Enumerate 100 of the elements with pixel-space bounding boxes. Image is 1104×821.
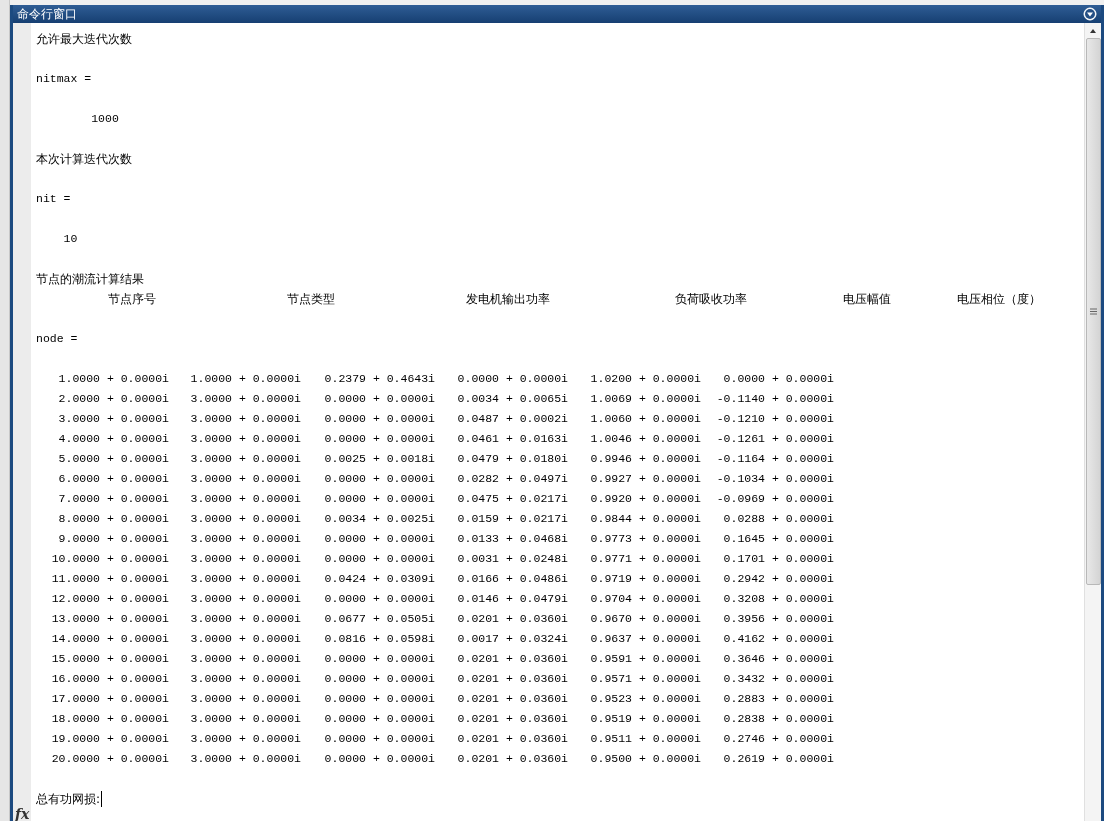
matrix-value: 0.0031 + 0.0248i: [457, 551, 568, 567]
matrix-value: 3.0000 + 0.0000i: [190, 411, 301, 427]
variable-label: node =: [36, 331, 78, 347]
matrix-value: 3.0000 + 0.0000i: [190, 631, 301, 647]
matrix-value: 0.3208 + 0.0000i: [723, 591, 834, 607]
matrix-value: 0.9946 + 0.0000i: [590, 451, 701, 467]
matrix-value: 0.0201 + 0.0360i: [457, 691, 568, 707]
matrix-value: 0.0201 + 0.0360i: [457, 671, 568, 687]
matrix-value: 0.0487 + 0.0002i: [457, 411, 568, 427]
matrix-value: 0.0201 + 0.0360i: [457, 731, 568, 747]
matrix-value: 1.0000 + 0.0000i: [190, 371, 301, 387]
heading-text: 负荷吸收功率: [675, 291, 747, 308]
matrix-value: 13.0000 + 0.0000i: [51, 611, 169, 627]
matrix-value: 0.0159 + 0.0217i: [457, 511, 568, 527]
matrix-value: 0.9771 + 0.0000i: [590, 551, 701, 567]
matrix-value: 7.0000 + 0.0000i: [58, 491, 169, 507]
matrix-value: 0.0000 + 0.0000i: [324, 751, 435, 767]
matrix-value: 0.0000 + 0.0000i: [324, 531, 435, 547]
matrix-value: -0.1034 + 0.0000i: [716, 471, 834, 487]
dropdown-icon[interactable]: [1083, 7, 1097, 21]
matrix-value: 3.0000 + 0.0000i: [190, 651, 301, 667]
matrix-value: 0.0000 + 0.0000i: [324, 711, 435, 727]
matrix-value: 3.0000 + 0.0000i: [190, 491, 301, 507]
matrix-value: 0.3646 + 0.0000i: [723, 651, 834, 667]
output-text: 节点的潮流计算结果: [36, 271, 144, 288]
matrix-value: 0.0034 + 0.0025i: [324, 511, 435, 527]
matrix-value: 0.0146 + 0.0479i: [457, 591, 568, 607]
matrix-value: 4.0000 + 0.0000i: [58, 431, 169, 447]
matrix-value: 0.0201 + 0.0360i: [457, 611, 568, 627]
matrix-value: -0.1164 + 0.0000i: [716, 451, 834, 467]
matrix-value: 0.0025 + 0.0018i: [324, 451, 435, 467]
matrix-value: 1.0046 + 0.0000i: [590, 431, 701, 447]
matrix-value: 0.9670 + 0.0000i: [590, 611, 701, 627]
matrix-value: 0.3432 + 0.0000i: [723, 671, 834, 687]
matrix-value: 0.2746 + 0.0000i: [723, 731, 834, 747]
matrix-value: -0.1140 + 0.0000i: [716, 391, 834, 407]
window-title: 命令行窗口: [17, 6, 77, 23]
matrix-value: 0.4162 + 0.0000i: [723, 631, 834, 647]
matrix-value: 0.0000 + 0.0000i: [324, 591, 435, 607]
matrix-value: 0.3956 + 0.0000i: [723, 611, 834, 627]
matrix-value: 0.0166 + 0.0486i: [457, 571, 568, 587]
matrix-value: 3.0000 + 0.0000i: [190, 511, 301, 527]
matrix-value: 0.0000 + 0.0000i: [324, 651, 435, 667]
matrix-value: 0.9591 + 0.0000i: [590, 651, 701, 667]
matrix-value: 3.0000 + 0.0000i: [190, 431, 301, 447]
matrix-value: 0.2883 + 0.0000i: [723, 691, 834, 707]
scrollbar[interactable]: [1084, 23, 1101, 821]
matrix-value: 8.0000 + 0.0000i: [58, 511, 169, 527]
matrix-value: 3.0000 + 0.0000i: [190, 731, 301, 747]
matrix-value: 0.9511 + 0.0000i: [590, 731, 701, 747]
scroll-thumb[interactable]: [1085, 38, 1101, 585]
matrix-value: 0.9637 + 0.0000i: [590, 631, 701, 647]
matrix-value: 20.0000 + 0.0000i: [51, 751, 169, 767]
matrix-value: 1.0060 + 0.0000i: [590, 411, 701, 427]
matrix-value: 0.0000 + 0.0000i: [324, 471, 435, 487]
matrix-value: 3.0000 + 0.0000i: [190, 611, 301, 627]
matrix-value: 17.0000 + 0.0000i: [51, 691, 169, 707]
matrix-value: 0.0816 + 0.0598i: [324, 631, 435, 647]
matrix-value: 0.0000 + 0.0000i: [324, 551, 435, 567]
matrix-value: 1.0000 + 0.0000i: [58, 371, 169, 387]
heading-text: 发电机输出功率: [466, 291, 550, 308]
matrix-value: 0.0000 + 0.0000i: [324, 731, 435, 747]
heading-text: 节点类型: [287, 291, 335, 308]
matrix-value: 0.0000 + 0.0000i: [324, 671, 435, 687]
matrix-value: 3.0000 + 0.0000i: [190, 531, 301, 547]
matrix-value: 0.9704 + 0.0000i: [590, 591, 701, 607]
matrix-value: 10.0000 + 0.0000i: [51, 551, 169, 567]
matrix-value: 16.0000 + 0.0000i: [51, 671, 169, 687]
matrix-value: 12.0000 + 0.0000i: [51, 591, 169, 607]
matrix-value: 3.0000 + 0.0000i: [190, 591, 301, 607]
matrix-value: 0.0000 + 0.0000i: [324, 491, 435, 507]
matrix-value: 0.0000 + 0.0000i: [457, 371, 568, 387]
matrix-value: 0.0000 + 0.0000i: [324, 691, 435, 707]
grip-icon: [1089, 308, 1097, 315]
matrix-value: 0.0479 + 0.0180i: [457, 451, 568, 467]
matrix-value: 2.0000 + 0.0000i: [58, 391, 169, 407]
matrix-value: 0.0461 + 0.0163i: [457, 431, 568, 447]
prompt-text: 总有功网损:: [36, 791, 101, 808]
matrix-value: 3.0000 + 0.0000i: [190, 471, 301, 487]
matrix-value: 9.0000 + 0.0000i: [58, 531, 169, 547]
matrix-value: 18.0000 + 0.0000i: [51, 711, 169, 727]
output-value: 10: [62, 231, 78, 247]
matrix-value: 0.0000 + 0.0000i: [324, 411, 435, 427]
matrix-value: 3.0000 + 0.0000i: [190, 751, 301, 767]
function-prompt-icon[interactable]: fx: [13, 807, 30, 821]
matrix-value: 0.0424 + 0.0309i: [324, 571, 435, 587]
output-text: 本次计算迭代次数: [36, 151, 132, 168]
matrix-value: 0.0201 + 0.0360i: [457, 651, 568, 667]
matrix-value: 3.0000 + 0.0000i: [190, 711, 301, 727]
output-value: 1000: [90, 111, 119, 127]
matrix-value: 0.0201 + 0.0360i: [457, 711, 568, 727]
matrix-value: 0.2942 + 0.0000i: [723, 571, 834, 587]
matrix-value: 0.9519 + 0.0000i: [590, 711, 701, 727]
matrix-value: 0.9844 + 0.0000i: [590, 511, 701, 527]
text-cursor: [101, 791, 103, 807]
matrix-value: 0.1645 + 0.0000i: [723, 531, 834, 547]
matrix-value: 0.2619 + 0.0000i: [723, 751, 834, 767]
matrix-value: 0.0000 + 0.0000i: [723, 371, 834, 387]
matrix-value: -0.1261 + 0.0000i: [716, 431, 834, 447]
matrix-value: 0.9719 + 0.0000i: [590, 571, 701, 587]
